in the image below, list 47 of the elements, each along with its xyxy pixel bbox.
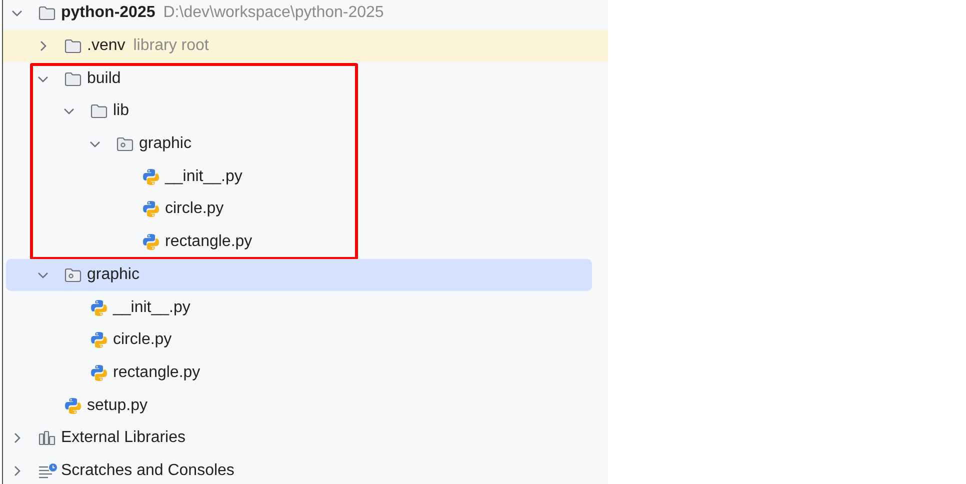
file-name: circle.py: [113, 331, 172, 350]
folder-name: .venv: [87, 37, 126, 56]
file-name: rectangle.py: [113, 364, 200, 382]
folder-icon: [64, 38, 82, 54]
tree-row[interactable]: python-2025 D:\dev\workspace\python-2025: [3, 0, 608, 30]
folder-name: lib: [113, 102, 130, 120]
python-file-icon: [142, 200, 160, 218]
folder-name: build: [87, 70, 121, 88]
tree-row[interactable]: rectangle.py: [3, 356, 608, 390]
file-name: circle.py: [165, 200, 224, 218]
package-folder-icon: [116, 136, 134, 152]
tree-row[interactable]: setup.py: [3, 389, 608, 422]
path-hint: D:\dev\workspace\python-2025: [163, 4, 384, 22]
python-file-icon: [142, 168, 160, 186]
tree-row[interactable]: graphic: [6, 258, 592, 292]
file-name: __init__.py: [165, 168, 242, 186]
python-file-icon: [90, 331, 108, 350]
library-icon: [38, 430, 56, 446]
tree-row[interactable]: circle.py: [3, 193, 608, 226]
folder-icon: [64, 70, 82, 87]
folder-name: External Libraries: [61, 429, 186, 448]
package-folder-icon: [64, 266, 82, 283]
python-file-icon: [90, 364, 108, 382]
folder-name: Scratches and Consoles: [61, 462, 234, 480]
file-name: setup.py: [87, 396, 148, 415]
folder-name: graphic: [139, 135, 192, 154]
tree-row[interactable]: __init__.py: [3, 160, 608, 194]
file-name: rectangle.py: [165, 233, 252, 252]
folder-icon: [38, 5, 56, 22]
tree-row[interactable]: External Libraries: [3, 422, 608, 455]
tree-row[interactable]: circle.py: [3, 324, 608, 357]
tree-row[interactable]: lib: [3, 95, 608, 128]
folder-name: python-2025: [61, 4, 156, 22]
tree-row[interactable]: build: [3, 62, 608, 96]
tree-row[interactable]: Scratches and Consoles: [3, 454, 608, 484]
scratches-icon: [38, 462, 58, 479]
tree-row[interactable]: .venv library root: [3, 30, 608, 62]
python-file-icon: [142, 233, 160, 252]
python-file-icon: [64, 396, 82, 415]
tree-row[interactable]: graphic: [3, 128, 608, 160]
folder-icon: [90, 103, 108, 120]
folder-name: graphic: [87, 266, 140, 284]
folder-hint: library root: [133, 37, 209, 56]
python-file-icon: [90, 298, 108, 317]
tree-row[interactable]: rectangle.py: [3, 226, 608, 258]
file-name: __init__.py: [113, 298, 190, 317]
tree-row[interactable]: __init__.py: [3, 291, 608, 324]
